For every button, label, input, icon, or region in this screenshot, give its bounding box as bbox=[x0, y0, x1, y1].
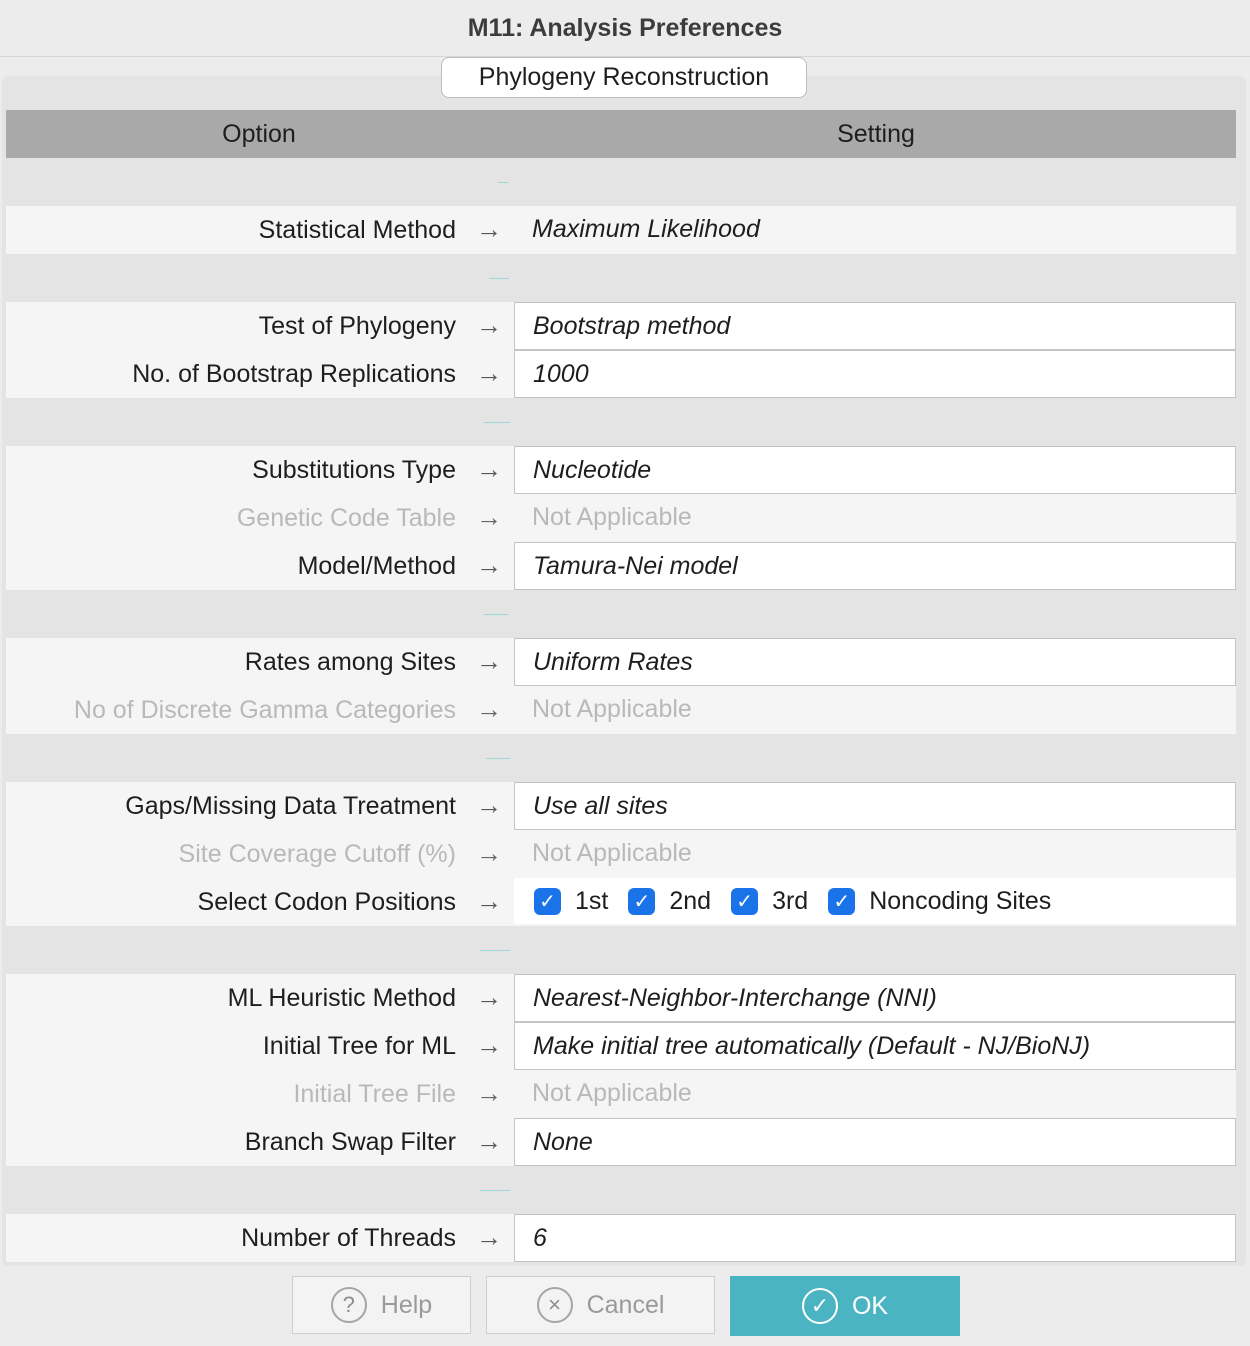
arrow-icon: → bbox=[476, 214, 502, 244]
initial-tree-file-value: Not Applicable bbox=[532, 1079, 692, 1107]
button-bar: ? Help × Cancel ✓ OK bbox=[0, 1276, 1250, 1336]
arrow-icon: → bbox=[476, 358, 502, 388]
arrow-icon: → bbox=[476, 790, 502, 820]
row-model-method: Model/Method → Tamura-Nei model bbox=[6, 542, 1236, 590]
arrow-icon: → bbox=[476, 550, 502, 580]
initial-tree-select[interactable]: Make initial tree automatically (Default… bbox=[514, 1022, 1236, 1070]
arrow-icon: → bbox=[476, 886, 502, 916]
checkbox-1st-label[interactable]: 1st bbox=[575, 887, 608, 916]
branch-swap-select[interactable]: None bbox=[514, 1118, 1236, 1166]
cancel-icon: × bbox=[536, 1287, 573, 1323]
arrow-icon: → bbox=[476, 454, 502, 484]
checkbox-3rd[interactable]: ✓ bbox=[731, 887, 759, 915]
checkbox-3rd-label[interactable]: 3rd bbox=[772, 887, 808, 916]
row-rates-among-sites: Rates among Sites → Uniform Rates bbox=[6, 638, 1236, 686]
row-initial-tree: Initial Tree for ML → Make initial tree … bbox=[6, 1022, 1236, 1070]
ok-button-label: OK bbox=[851, 1291, 889, 1320]
arrow-icon: → bbox=[476, 1222, 502, 1252]
test-of-phylogeny-label: Test of Phylogeny bbox=[258, 312, 456, 340]
row-codon-positions: Select Codon Positions → ✓ 1st ✓ 2nd ✓ 3… bbox=[6, 878, 1236, 926]
initial-tree-file-label: Initial Tree File bbox=[293, 1080, 456, 1108]
row-genetic-code-table: Genetic Code Table → Not Applicable bbox=[6, 494, 1236, 542]
site-coverage-label: Site Coverage Cutoff (%) bbox=[178, 840, 456, 868]
bootstrap-replications-input[interactable]: 1000 bbox=[514, 350, 1236, 398]
cancel-button[interactable]: × Cancel bbox=[486, 1276, 715, 1334]
row-statistical-method: Statistical Method → Maximum Likelihood bbox=[6, 206, 1236, 254]
window-title: M11: Analysis Preferences bbox=[0, 0, 1250, 57]
section-separator bbox=[6, 734, 1236, 782]
check-circle-icon: ✓ bbox=[801, 1288, 838, 1324]
row-test-of-phylogeny: Test of Phylogeny → Bootstrap method bbox=[6, 302, 1236, 350]
arrow-icon: → bbox=[476, 1030, 502, 1060]
ml-heuristic-select[interactable]: Nearest-Neighbor-Interchange (NNI) bbox=[514, 974, 1236, 1022]
setting-column-header: Setting bbox=[837, 120, 915, 148]
help-icon: ? bbox=[330, 1287, 367, 1323]
statistical-method-label: Statistical Method bbox=[258, 216, 456, 244]
help-button-label: Help bbox=[380, 1290, 433, 1319]
gamma-categories-label: No of Discrete Gamma Categories bbox=[73, 696, 456, 724]
bootstrap-replications-label: No. of Bootstrap Replications bbox=[132, 360, 456, 388]
arrow-icon: → bbox=[476, 646, 502, 676]
arrow-icon: → bbox=[476, 694, 502, 724]
section-separator bbox=[6, 254, 1236, 302]
ml-heuristic-label: ML Heuristic Method bbox=[227, 984, 456, 1012]
row-threads: Number of Threads → 6 bbox=[6, 1214, 1236, 1262]
arrow-icon: → bbox=[476, 982, 502, 1012]
initial-tree-label: Initial Tree for ML bbox=[262, 1032, 456, 1060]
statistical-method-value: Maximum Likelihood bbox=[532, 215, 760, 243]
rates-among-sites-select[interactable]: Uniform Rates bbox=[514, 638, 1236, 686]
section-separator bbox=[6, 158, 1236, 206]
gamma-categories-value: Not Applicable bbox=[532, 695, 692, 723]
checkbox-2nd-label[interactable]: 2nd bbox=[669, 887, 711, 916]
arrow-icon: → bbox=[476, 1126, 502, 1156]
analysis-preferences-window: M11: Analysis Preferences Phylogeny Reco… bbox=[0, 0, 1250, 1346]
substitutions-type-select[interactable]: Nucleotide bbox=[514, 446, 1236, 494]
codon-positions-group: ✓ 1st ✓ 2nd ✓ 3rd ✓ Noncoding Sites bbox=[514, 878, 1236, 924]
rates-among-sites-label: Rates among Sites bbox=[244, 648, 456, 676]
grid-header: Option Setting bbox=[6, 110, 1236, 158]
ok-button[interactable]: ✓ OK bbox=[730, 1276, 960, 1336]
gaps-treatment-label: Gaps/Missing Data Treatment bbox=[125, 792, 456, 820]
cancel-button-label: Cancel bbox=[586, 1290, 665, 1319]
threads-input[interactable]: 6 bbox=[514, 1214, 1236, 1262]
row-site-coverage: Site Coverage Cutoff (%) → Not Applicabl… bbox=[6, 830, 1236, 878]
section-separator bbox=[6, 926, 1236, 974]
model-method-select[interactable]: Tamura-Nei model bbox=[514, 542, 1236, 590]
codon-positions-label: Select Codon Positions bbox=[197, 888, 456, 916]
threads-label: Number of Threads bbox=[241, 1224, 456, 1252]
row-initial-tree-file: Initial Tree File → Not Applicable bbox=[6, 1070, 1236, 1118]
substitutions-type-label: Substitutions Type bbox=[252, 456, 456, 484]
checkbox-noncoding-sites-label[interactable]: Noncoding Sites bbox=[869, 887, 1051, 916]
arrow-icon: → bbox=[476, 310, 502, 340]
checkbox-noncoding-sites[interactable]: ✓ bbox=[828, 887, 856, 915]
gaps-treatment-select[interactable]: Use all sites bbox=[514, 782, 1236, 830]
genetic-code-table-label: Genetic Code Table bbox=[236, 504, 456, 532]
checkbox-2nd[interactable]: ✓ bbox=[628, 887, 656, 915]
checkbox-1st[interactable]: ✓ bbox=[534, 887, 561, 915]
section-separator bbox=[6, 1166, 1236, 1214]
row-bootstrap-replications: No. of Bootstrap Replications → 1000 bbox=[6, 350, 1236, 398]
model-method-label: Model/Method bbox=[297, 552, 456, 580]
test-of-phylogeny-select[interactable]: Bootstrap method bbox=[514, 302, 1236, 350]
option-column-header: Option bbox=[222, 120, 296, 148]
arrow-icon: → bbox=[476, 1078, 502, 1108]
row-substitutions-type: Substitutions Type → Nucleotide bbox=[6, 446, 1236, 494]
genetic-code-table-value: Not Applicable bbox=[532, 503, 692, 531]
arrow-icon: → bbox=[476, 502, 502, 532]
section-separator bbox=[6, 590, 1236, 638]
tab-phylogeny-reconstruction[interactable]: Phylogeny Reconstruction bbox=[441, 57, 807, 98]
section-separator bbox=[6, 398, 1236, 446]
row-ml-heuristic: ML Heuristic Method → Nearest-Neighbor-I… bbox=[6, 974, 1236, 1022]
arrow-icon: → bbox=[476, 838, 502, 868]
row-gamma-categories: No of Discrete Gamma Categories → Not Ap… bbox=[6, 686, 1236, 734]
help-button[interactable]: ? Help bbox=[292, 1276, 471, 1334]
site-coverage-value: Not Applicable bbox=[532, 839, 692, 867]
row-branch-swap: Branch Swap Filter → None bbox=[6, 1118, 1236, 1166]
row-gaps-treatment: Gaps/Missing Data Treatment → Use all si… bbox=[6, 782, 1236, 830]
branch-swap-label: Branch Swap Filter bbox=[244, 1128, 456, 1156]
